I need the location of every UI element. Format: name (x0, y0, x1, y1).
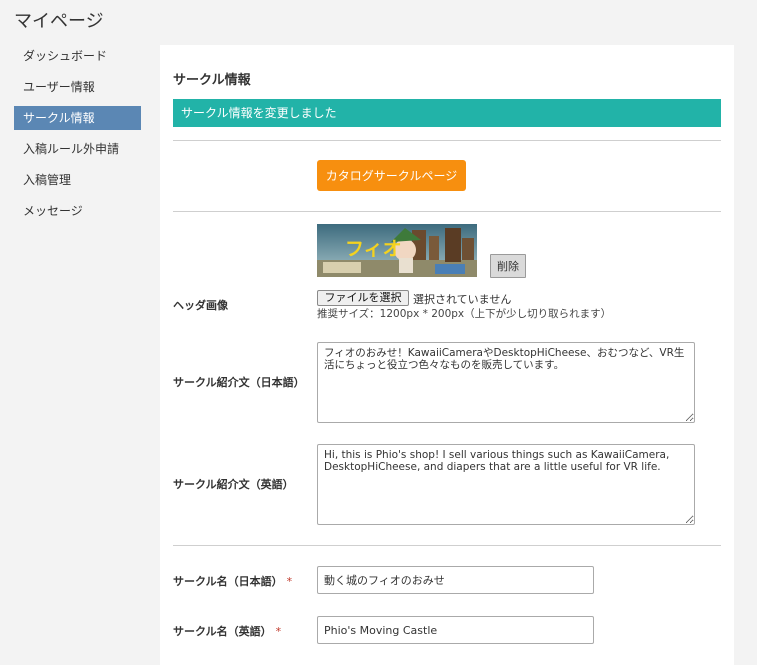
intro-en-label: サークル紹介文（英語） (173, 478, 294, 491)
circle-name-ja-label: サークル名（日本語） * (173, 573, 292, 589)
required-mark: * (286, 575, 293, 588)
sidebar-item-submission-exception[interactable]: 入稿ルール外申請 (14, 137, 141, 161)
divider (173, 211, 721, 212)
sidebar-item-dashboard[interactable]: ダッシュボード (14, 44, 141, 68)
success-alert: サークル情報を変更しました (173, 99, 721, 127)
circle-name-en-label-text: サークル名（英語） (173, 625, 272, 638)
header-image-preview: フィオ (317, 224, 477, 277)
delete-image-button[interactable]: 削除 (490, 254, 526, 278)
section-title: サークル情報 (173, 73, 251, 88)
sidebar-item-submission-management[interactable]: 入稿管理 (14, 168, 141, 192)
intro-ja-textarea[interactable]: フィオのおみせ！KawaiiCameraやDesktopHiCheese、おむつ… (317, 342, 695, 423)
header-logo-text: フィオ (345, 238, 402, 260)
circle-name-ja-label-text: サークル名（日本語） (173, 575, 283, 588)
file-status: 選択されていません (413, 293, 512, 306)
recommended-size-hint: 推奨サイズ：1200px * 200px（上下が少し切り取られます） (317, 308, 612, 320)
sidebar-item-messages[interactable]: メッセージ (14, 199, 141, 223)
sidebar: ダッシュボード ユーザー情報 サークル情報 入稿ルール外申請 入稿管理 メッセー… (14, 44, 141, 230)
main-panel: サークル情報 サークル情報を変更しました カタログサークルページ フィオ 削除 … (160, 45, 734, 665)
catalog-circle-page-button[interactable]: カタログサークルページ (317, 160, 466, 191)
intro-en-textarea[interactable]: Hi, this is Phio's shop! I sell various … (317, 444, 695, 525)
divider (173, 545, 721, 546)
page-title: マイページ (14, 11, 104, 32)
circle-name-en-input[interactable] (317, 616, 594, 644)
required-mark: * (275, 625, 282, 638)
intro-ja-label: サークル紹介文（日本語） (173, 376, 305, 389)
circle-name-en-label: サークル名（英語） * (173, 623, 281, 639)
divider (173, 140, 721, 141)
header-image-label: ヘッダ画像 (173, 299, 228, 312)
sidebar-item-circle-info[interactable]: サークル情報 (14, 106, 141, 130)
sidebar-item-user-info[interactable]: ユーザー情報 (14, 75, 141, 99)
circle-name-ja-input[interactable] (317, 566, 594, 594)
choose-file-button[interactable]: ファイルを選択 (317, 290, 409, 306)
